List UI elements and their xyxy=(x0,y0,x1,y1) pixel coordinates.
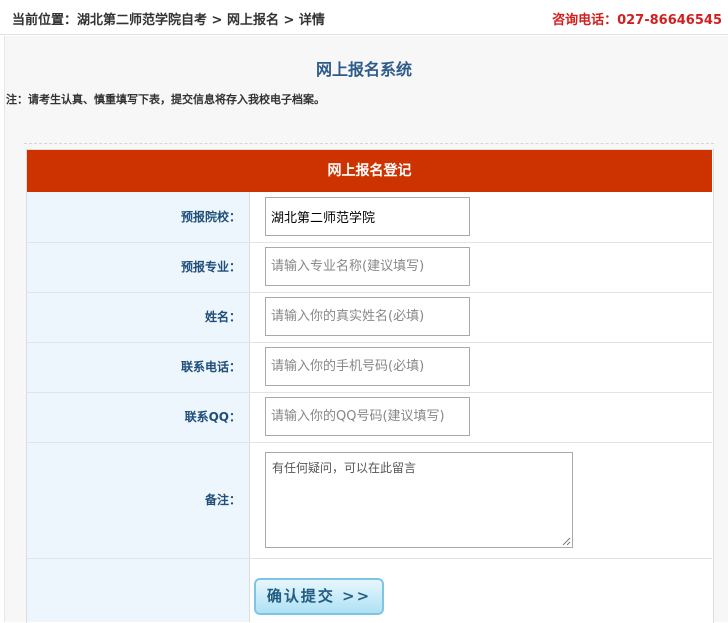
major-label: 预报专业： xyxy=(180,260,241,274)
row-divider xyxy=(27,342,712,343)
row-divider xyxy=(27,442,712,443)
qq-label: 联系QQ： xyxy=(184,410,241,424)
form-notice: 注：请考生认真、慎重填写下表，提交信息将存入我校电子档案。 xyxy=(6,93,325,106)
divider xyxy=(24,143,714,144)
row-divider xyxy=(27,392,712,393)
row-divider xyxy=(27,292,712,293)
qq-input[interactable] xyxy=(265,397,470,436)
school-label: 预报院校： xyxy=(180,210,241,224)
row-divider xyxy=(27,242,712,243)
phone-label: 联系电话： xyxy=(180,360,241,374)
form-header: 网上报名登记 xyxy=(27,150,712,192)
major-input[interactable] xyxy=(265,247,470,286)
submit-button[interactable]: 确认提交 >> xyxy=(254,578,384,615)
memo-label: 备注： xyxy=(204,493,241,507)
resize-handle-icon[interactable] xyxy=(561,536,571,546)
memo-textarea[interactable]: 有任何疑问，可以在此留言 xyxy=(265,452,573,548)
name-input[interactable] xyxy=(265,297,470,336)
breadcrumb: 当前位置：湖北第二师范学院自考 > 网上报名 > 详情 xyxy=(12,13,325,28)
top-bar: 当前位置：湖北第二师范学院自考 > 网上报名 > 详情 咨询电话：027-866… xyxy=(0,0,728,35)
hotline-text: 咨询电话：027-86646545 xyxy=(552,13,722,28)
school-input[interactable] xyxy=(265,197,470,236)
phone-input[interactable] xyxy=(265,347,470,386)
name-label: 姓名： xyxy=(204,310,241,324)
page-title: 网上报名系统 xyxy=(315,60,412,79)
row-divider xyxy=(27,558,712,559)
